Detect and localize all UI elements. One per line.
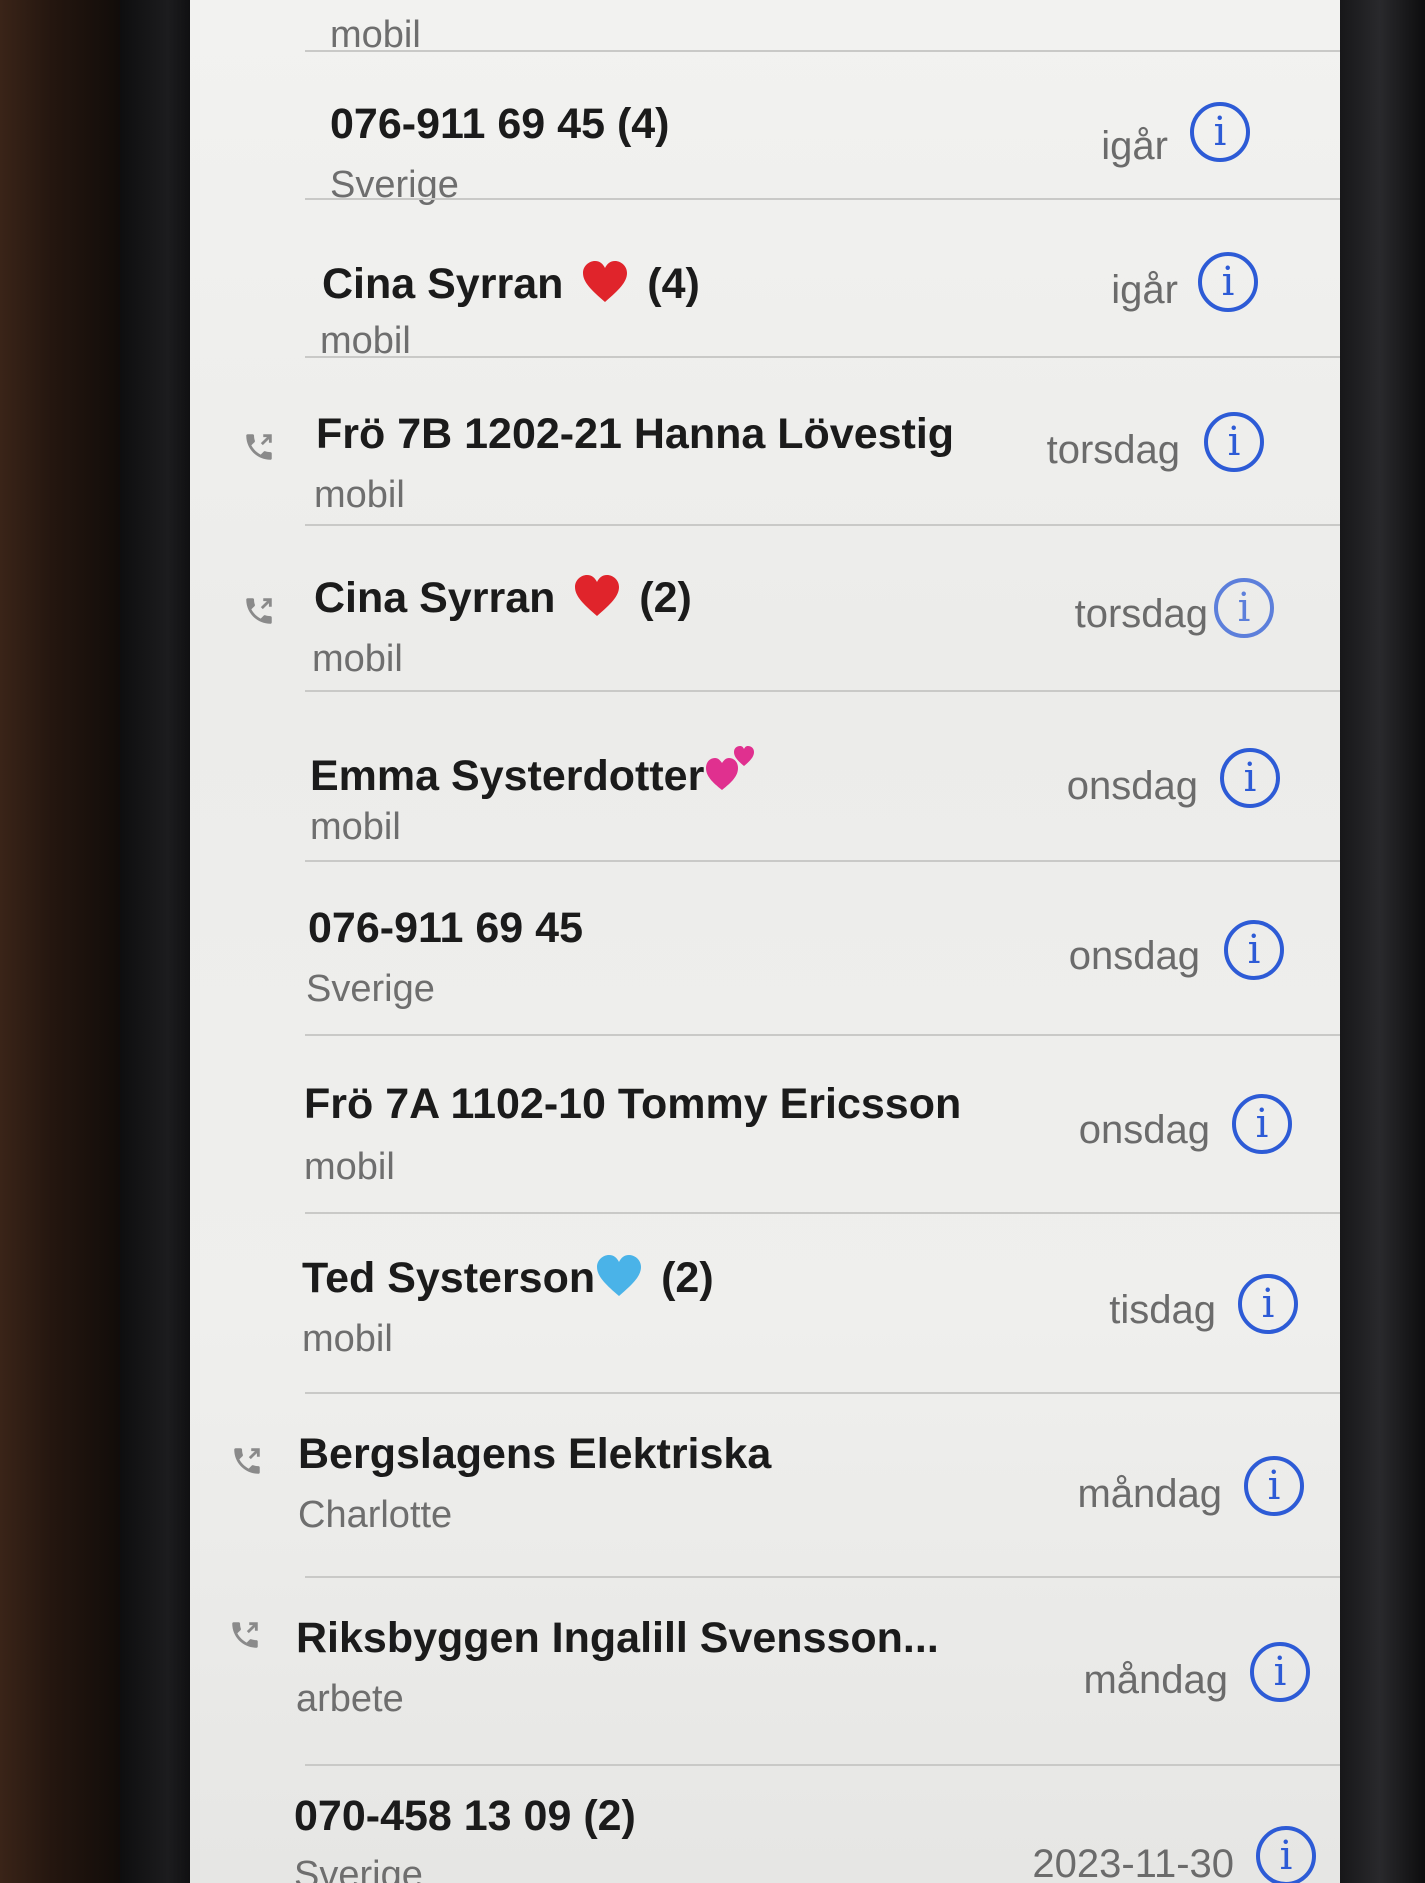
call-date: igår bbox=[1101, 124, 1168, 168]
call-date: onsdag bbox=[1068, 934, 1200, 978]
call-date: torsdag bbox=[1046, 428, 1180, 472]
call-date: måndag bbox=[1083, 1658, 1228, 1702]
list-item[interactable]: Emma Systerdotter mobil onsdag i bbox=[190, 692, 1340, 862]
info-button[interactable]: i bbox=[1250, 1642, 1310, 1702]
call-type-label: mobil bbox=[304, 1146, 395, 1188]
info-button[interactable]: i bbox=[1204, 412, 1264, 472]
call-type-label: arbete bbox=[296, 1678, 404, 1720]
call-count: (2) bbox=[661, 1254, 714, 1302]
info-button[interactable]: i bbox=[1214, 578, 1274, 638]
caller-name: Bergslagens Elektriska bbox=[298, 1430, 772, 1478]
list-item[interactable]: 076-911 69 45 (4) Sverige igår i bbox=[190, 52, 1340, 206]
caller-name: 076-911 69 45 (4) bbox=[330, 100, 670, 148]
caller-name: Emma Systerdotter bbox=[310, 744, 762, 801]
call-type-label: Charlotte bbox=[298, 1494, 453, 1536]
call-count: (2) bbox=[639, 574, 692, 622]
list-item[interactable]: Ted Systerson (2) mobil tisdag i bbox=[190, 1214, 1340, 1394]
caller-name: 076-911 69 45 bbox=[308, 904, 583, 952]
recents-call-list: mobil 076-911 69 45 (4) Sverige igår i C… bbox=[190, 0, 1340, 1883]
list-item[interactable]: Frö 7B 1202-21 Hanna Lövestig mobil tors… bbox=[190, 358, 1340, 526]
call-type-label: mobil bbox=[314, 474, 405, 516]
caller-name: Cina Syrran (2) bbox=[314, 574, 692, 622]
call-type-label: mobil bbox=[302, 1318, 393, 1360]
info-button[interactable]: i bbox=[1238, 1274, 1298, 1334]
list-item-partial[interactable]: mobil bbox=[190, 0, 1340, 56]
call-date: torsdag bbox=[1074, 592, 1208, 636]
call-date: måndag bbox=[1077, 1472, 1222, 1516]
list-item[interactable]: Frö 7A 1102-10 Tommy Ericsson mobil onsd… bbox=[190, 1036, 1340, 1214]
list-item[interactable]: Cina Syrran (4) mobil igår i bbox=[190, 200, 1340, 362]
phone-bezel-left bbox=[120, 0, 200, 1883]
list-item[interactable]: 076-911 69 45 Sverige onsdag i bbox=[190, 862, 1340, 1036]
outgoing-call-icon bbox=[232, 1622, 258, 1648]
list-item[interactable]: Bergslagens Elektriska Charlotte måndag … bbox=[190, 1394, 1340, 1578]
caller-name: Ted Systerson (2) bbox=[302, 1254, 714, 1302]
phone-bezel-right bbox=[1335, 0, 1425, 1883]
call-type-label: mobil bbox=[312, 638, 403, 680]
list-item[interactable]: Cina Syrran (2) mobil torsdag i bbox=[190, 526, 1340, 692]
call-date: onsdag bbox=[1066, 764, 1198, 808]
call-date: 2023-11-30 bbox=[1032, 1842, 1234, 1883]
light-blue-heart-icon bbox=[597, 1255, 642, 1296]
background-left bbox=[0, 0, 130, 1883]
list-item[interactable]: Riksbyggen Ingalill Svensson... arbete m… bbox=[190, 1578, 1340, 1766]
call-count: (4) bbox=[647, 260, 700, 308]
two-pink-hearts-icon bbox=[706, 746, 755, 790]
call-date: onsdag bbox=[1078, 1108, 1210, 1152]
red-heart-icon bbox=[575, 575, 620, 616]
caller-name: Frö 7A 1102-10 Tommy Ericsson bbox=[304, 1080, 962, 1128]
caller-name: Cina Syrran (4) bbox=[322, 260, 700, 308]
caller-name: Riksbyggen Ingalill Svensson... bbox=[296, 1614, 939, 1662]
info-button[interactable]: i bbox=[1244, 1456, 1304, 1516]
caller-name: 070-458 13 09 (2) bbox=[294, 1792, 636, 1840]
call-type-label: Sverige bbox=[306, 968, 435, 1010]
info-button[interactable]: i bbox=[1190, 102, 1250, 162]
outgoing-call-icon bbox=[246, 598, 272, 624]
call-count: (4) bbox=[616, 100, 670, 148]
info-button[interactable]: i bbox=[1220, 748, 1280, 808]
info-button[interactable]: i bbox=[1198, 252, 1258, 312]
red-heart-icon bbox=[583, 261, 628, 302]
caller-name: Frö 7B 1202-21 Hanna Lövestig bbox=[316, 410, 955, 458]
list-item[interactable]: 070-458 13 09 (2) Sverige 2023-11-30 i bbox=[190, 1766, 1340, 1883]
call-type-label: Sverige bbox=[294, 1854, 423, 1883]
call-date: igår bbox=[1111, 268, 1178, 312]
call-type-label: mobil bbox=[310, 806, 401, 848]
info-button[interactable]: i bbox=[1224, 920, 1284, 980]
call-count: (2) bbox=[583, 1792, 636, 1840]
info-button[interactable]: i bbox=[1232, 1094, 1292, 1154]
outgoing-call-icon bbox=[246, 434, 272, 460]
call-date: tisdag bbox=[1109, 1288, 1216, 1332]
outgoing-call-icon bbox=[234, 1448, 260, 1474]
info-button[interactable]: i bbox=[1256, 1826, 1316, 1883]
